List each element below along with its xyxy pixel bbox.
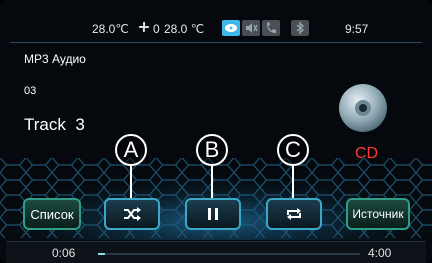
fan-level: 0 [153, 22, 160, 36]
callout-c-line [292, 166, 294, 198]
top-divider [10, 42, 422, 43]
playback-progress-bar: 0:06 4:00 [6, 241, 426, 263]
track-number: 03 [24, 85, 37, 97]
temperature-right: 28.0 ℃ [164, 22, 205, 36]
callout-a-line [130, 166, 132, 198]
total-time: 4:00 [368, 246, 392, 260]
audio-player-screen: 28.0℃ 0 28.0 ℃ 9:57 MP3 Аудио 03 Track 3 [0, 0, 432, 263]
shuffle-icon [124, 207, 141, 221]
media-label: CD [355, 145, 379, 162]
status-bar: 28.0℃ 0 28.0 ℃ 9:57 [0, 18, 432, 44]
list-button[interactable]: Список [23, 198, 81, 230]
cd-disc-icon [337, 82, 389, 134]
cd-mode-icon[interactable] [222, 20, 240, 36]
source-title: MP3 Аудио [24, 52, 86, 66]
elapsed-time: 0:06 [52, 246, 76, 260]
progress-fill [98, 253, 105, 255]
callout-a: A [115, 134, 147, 166]
source-button[interactable]: Источник [346, 198, 410, 230]
clock: 9:57 [345, 22, 369, 36]
fan-icon [137, 20, 151, 37]
bluetooth-icon[interactable] [291, 20, 309, 36]
phone-icon[interactable] [262, 20, 280, 36]
callout-c: C [277, 134, 309, 166]
track-title: Track 3 [24, 115, 85, 134]
mute-icon[interactable] [242, 20, 260, 36]
temperature-left: 28.0℃ [92, 22, 129, 36]
pause-button[interactable] [185, 198, 241, 230]
shuffle-button[interactable] [104, 198, 160, 230]
repeat-icon [287, 208, 301, 220]
repeat-button[interactable] [266, 198, 322, 230]
callout-b: B [196, 134, 228, 166]
callout-b-line [211, 166, 213, 198]
progress-track[interactable] [98, 253, 360, 255]
pause-icon [208, 208, 218, 220]
